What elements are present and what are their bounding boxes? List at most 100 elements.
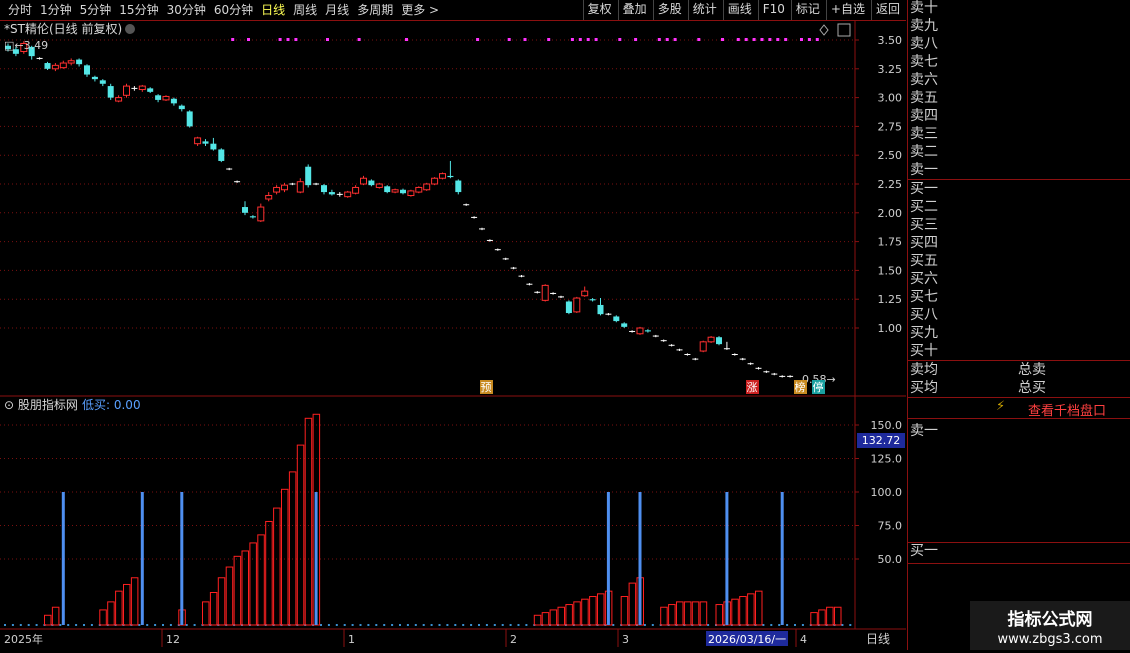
signal-dot bbox=[578, 38, 582, 41]
baseline-dot bbox=[375, 624, 378, 626]
baseline-dot bbox=[478, 624, 480, 626]
candle-body bbox=[242, 207, 248, 213]
chart-canvas[interactable]: 3.50 3.25 3.00 2.75 2.50 2.25 2.00 1.75 1.50 1.25… bbox=[0, 21, 906, 650]
baseline-dot bbox=[19, 624, 22, 626]
tool-button-4[interactable]: 画线 bbox=[722, 0, 756, 20]
candle-body bbox=[644, 330, 651, 332]
signal-dot bbox=[815, 38, 819, 41]
buy-signal-spike bbox=[638, 492, 642, 625]
baseline-dot bbox=[193, 624, 196, 626]
candle-body bbox=[178, 105, 185, 110]
baseline-dot bbox=[786, 624, 789, 626]
candle-body bbox=[589, 299, 596, 301]
period-10[interactable]: 更多 > bbox=[397, 0, 443, 20]
period-7[interactable]: 周线 bbox=[289, 0, 321, 20]
baseline-dot bbox=[707, 624, 710, 626]
tool-button-0[interactable]: 复权 bbox=[582, 0, 616, 20]
event-badge-label: 停 bbox=[813, 380, 824, 394]
buy-signal-spike bbox=[725, 492, 729, 625]
candle-body bbox=[170, 98, 177, 104]
baseline-dot bbox=[517, 624, 520, 626]
period-0[interactable]: 分时 bbox=[4, 0, 36, 20]
order-book-panel: 卖十 卖九 卖八 卖七 卖六 卖五 卖四 卖三 卖二 卖一 买一 买二 买三 买四 买五 买六 买七 买八 买九 买十… bbox=[907, 0, 1130, 650]
signal-dot bbox=[800, 38, 803, 41]
candle-body bbox=[155, 95, 162, 100]
candle-body bbox=[305, 166, 312, 186]
baseline-dot bbox=[154, 624, 157, 626]
indicator-tick-label: 150.0 bbox=[871, 419, 903, 432]
candle-body bbox=[431, 177, 439, 185]
lightning-icon: ⚡ bbox=[996, 399, 1006, 414]
period-3[interactable]: 15分钟 bbox=[115, 0, 162, 20]
period-1[interactable]: 1分钟 bbox=[36, 0, 76, 20]
signal-dot bbox=[476, 38, 480, 41]
signal-dot bbox=[286, 38, 290, 41]
signal-dot bbox=[586, 38, 590, 41]
candle-body bbox=[84, 65, 90, 75]
buy-level-7: 买七 bbox=[910, 289, 938, 305]
candle-body bbox=[391, 189, 399, 193]
baseline-dot bbox=[75, 624, 78, 626]
period-5[interactable]: 60分钟 bbox=[210, 0, 257, 20]
candle-body bbox=[423, 183, 431, 191]
depth-book-button[interactable]: 查看千档盘口 bbox=[1028, 400, 1106, 419]
candle-body bbox=[400, 189, 406, 194]
price-tick-label: 1.50 bbox=[878, 264, 903, 277]
baseline-dot bbox=[430, 624, 433, 626]
candle-body bbox=[565, 301, 572, 314]
baseline-dot bbox=[470, 624, 473, 626]
book-divider bbox=[908, 563, 1130, 564]
baseline-dot bbox=[643, 624, 646, 626]
tool-button-2[interactable]: 多股 bbox=[652, 0, 686, 20]
candle-body bbox=[162, 95, 170, 101]
indicator-sub-label: 低买: 0.00 bbox=[82, 398, 141, 412]
signal-dot bbox=[594, 38, 598, 41]
tool-button-1[interactable]: 叠加 bbox=[617, 0, 651, 20]
xaxis-label: 3 bbox=[622, 633, 629, 646]
xaxis-label: 12 bbox=[166, 633, 180, 646]
candle-body bbox=[344, 191, 352, 198]
signal-dot bbox=[247, 38, 250, 41]
sell-level-8: 卖八 bbox=[910, 36, 938, 52]
sell-level-4: 卖四 bbox=[910, 108, 938, 124]
baseline-dot bbox=[485, 624, 488, 626]
candle-body bbox=[621, 323, 628, 327]
sell-level-9: 卖九 bbox=[910, 18, 938, 34]
tool-button-3[interactable]: 统计 bbox=[687, 0, 721, 20]
tool-button-8[interactable]: 返回 bbox=[870, 0, 904, 20]
price-tick-label: 2.50 bbox=[878, 149, 903, 162]
indicator-tick-label: 100.0 bbox=[871, 486, 903, 499]
watermark-url: www.zbgs3.com bbox=[997, 632, 1103, 647]
candle-body bbox=[273, 186, 281, 193]
period-2[interactable]: 5分钟 bbox=[76, 0, 116, 20]
tool-button-5[interactable]: F10 bbox=[757, 0, 789, 20]
candle-body bbox=[202, 141, 209, 144]
tool-button-6[interactable]: 标记 bbox=[790, 0, 824, 20]
sell-level-7: 卖七 bbox=[910, 54, 938, 70]
period-9[interactable]: 多周期 bbox=[353, 0, 397, 20]
candle-body bbox=[360, 177, 367, 185]
period-4[interactable]: 30分钟 bbox=[163, 0, 210, 20]
baseline-dot bbox=[422, 624, 425, 626]
baseline-dot bbox=[83, 624, 85, 626]
book-divider bbox=[908, 418, 1130, 419]
period-6[interactable]: 日线 bbox=[257, 0, 289, 20]
buy-average-label: 买均 bbox=[910, 380, 938, 396]
signal-dot bbox=[657, 38, 661, 41]
buy-level-4: 买四 bbox=[910, 235, 938, 251]
baseline-dot bbox=[414, 624, 417, 626]
candle-body bbox=[439, 173, 446, 179]
signal-dot bbox=[618, 38, 622, 41]
baseline-dot bbox=[406, 624, 409, 626]
indicator-tick-label: 75.0 bbox=[878, 520, 903, 533]
signal-dot bbox=[760, 38, 764, 41]
buy-one-detail: 买一 bbox=[910, 543, 938, 559]
xaxis-label: 2026/03/16/一 bbox=[708, 633, 786, 646]
chart-area[interactable]: 3.50 3.25 3.00 2.75 2.50 2.25 2.00 1.75 1.50 1.25… bbox=[0, 21, 906, 650]
period-8[interactable]: 月线 bbox=[321, 0, 353, 20]
candle-body bbox=[76, 59, 83, 65]
candle-body bbox=[541, 284, 549, 301]
candle-body bbox=[455, 180, 462, 193]
chart-title: *ST精伦(日线 前复权) bbox=[4, 21, 122, 36]
tool-button-7[interactable]: +自选 bbox=[825, 0, 869, 20]
